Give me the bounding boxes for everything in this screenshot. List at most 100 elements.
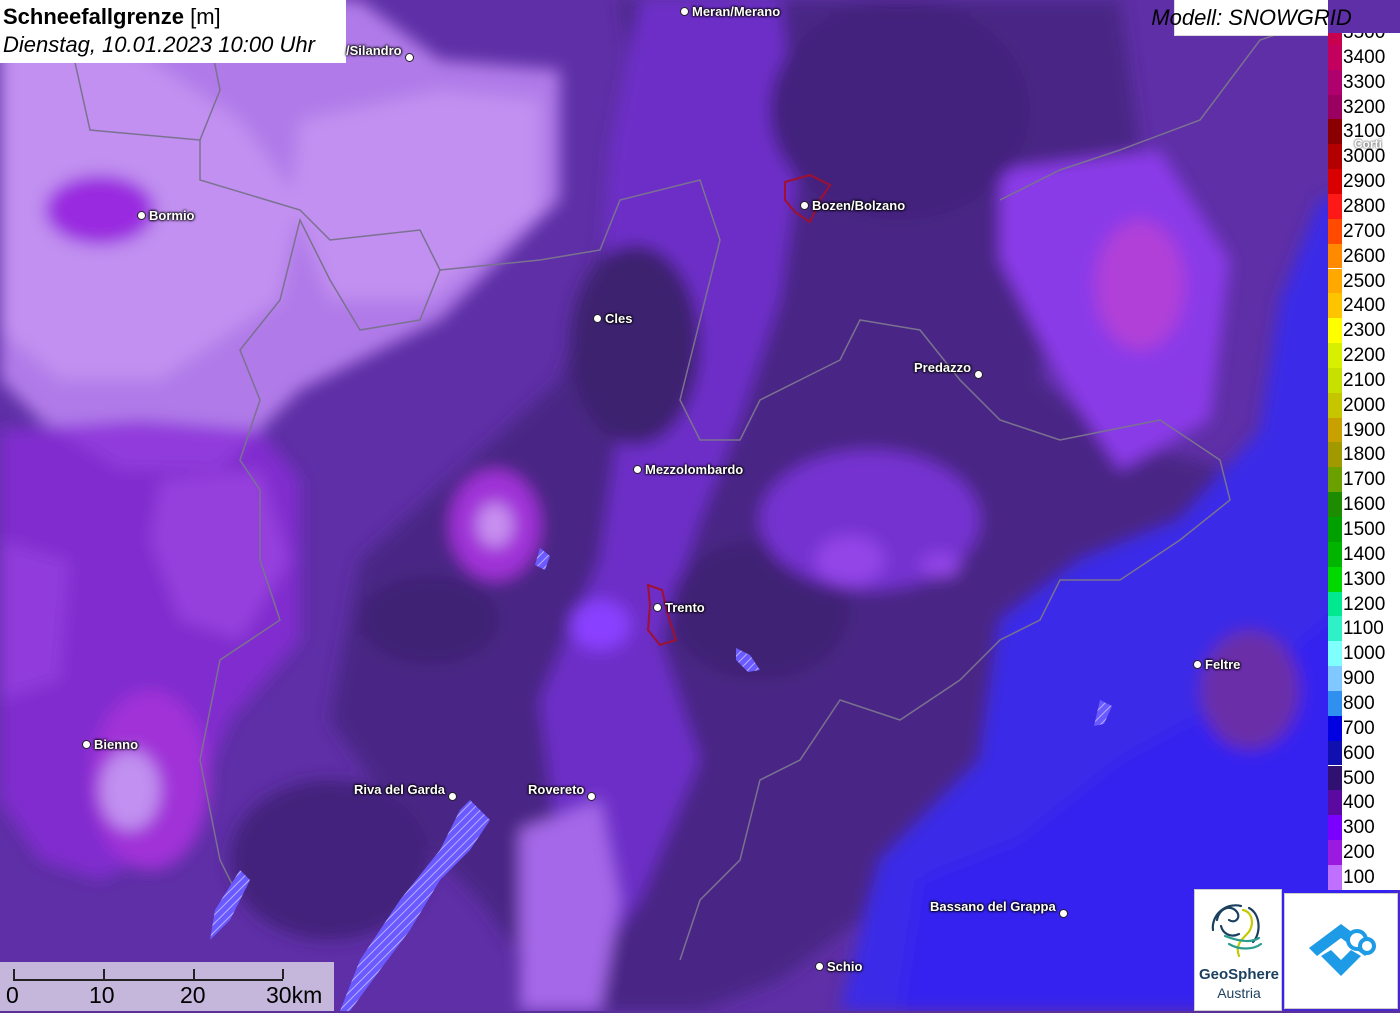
legend-label: 1400 — [1343, 543, 1386, 565]
legend-swatch — [1328, 740, 1342, 766]
model-label: Modell: SNOWGRID — [1151, 0, 1352, 36]
legend-swatch — [1328, 467, 1342, 493]
legend-swatch — [1328, 616, 1342, 642]
city-bormio[interactable]: Bormio — [137, 208, 195, 223]
legend-swatch — [1328, 367, 1342, 393]
legend-row-200: 200 — [1328, 840, 1400, 865]
city-label: Bassano del Grappa — [930, 899, 1056, 914]
city-label: /Silandro — [346, 43, 402, 58]
city-schio[interactable]: Schio — [815, 959, 862, 974]
city-bassano-del-grappa[interactable]: Bassano del Grappa — [930, 895, 1068, 918]
legend-label: 100 — [1343, 866, 1375, 888]
city-dot — [800, 201, 809, 210]
legend-label: 2700 — [1343, 220, 1386, 242]
legend-row-1800: 1800 — [1328, 442, 1400, 468]
legend-label: 1300 — [1343, 568, 1386, 590]
legend-label: 3400 — [1343, 46, 1386, 68]
color-legend: 3500340033003200310030002900280027002600… — [1328, 33, 1400, 890]
legend-row-3300: 3300 — [1328, 69, 1400, 95]
legend-row-700: 700 — [1328, 715, 1400, 741]
city-trento[interactable]: Trento — [653, 600, 705, 615]
legend-swatch — [1328, 417, 1342, 443]
legend-row-3200: 3200 — [1328, 94, 1400, 120]
city-feltre[interactable]: Feltre — [1193, 657, 1240, 672]
city-cles[interactable]: Cles — [593, 311, 632, 326]
geosphere-logo[interactable]: GeoSphere Austria — [1194, 889, 1282, 1011]
map-title: Schneefallgrenze [m] — [3, 3, 346, 31]
title-unit: [m] — [190, 4, 221, 29]
city-dot — [815, 962, 824, 971]
city-label: Predazzo — [914, 360, 972, 375]
legend-row-2500: 2500 — [1328, 268, 1400, 294]
city-mezzolombardo[interactable]: Mezzolombardo — [633, 462, 743, 477]
scale-tick — [282, 969, 284, 979]
legend-label: 2300 — [1343, 320, 1386, 342]
city-dot — [653, 603, 662, 612]
map-date: Dienstag, 10.01.2023 10:00 Uhr — [3, 32, 315, 57]
legend-row-1400: 1400 — [1328, 541, 1400, 567]
city-label: Meran/Merano — [692, 4, 781, 19]
city-riva-del-garda[interactable]: Riva del Garda — [354, 778, 458, 801]
geosphere-name: GeoSphere — [1198, 966, 1280, 983]
scale-tick — [103, 969, 105, 979]
legend-swatch — [1328, 442, 1342, 468]
legend-swatch — [1328, 517, 1342, 542]
scale-line — [13, 969, 283, 981]
legend-row-2300: 2300 — [1328, 318, 1400, 344]
legend-label: 1000 — [1343, 643, 1386, 665]
city-bolzano[interactable]: Bozen/Bolzano — [800, 198, 905, 213]
cloud-house-logo[interactable] — [1284, 893, 1398, 1009]
legend-row-3400: 3400 — [1328, 44, 1400, 70]
legend-label: 1500 — [1343, 519, 1386, 540]
legend-swatch — [1328, 666, 1342, 691]
legend-swatch — [1328, 293, 1342, 319]
city-dot — [1058, 909, 1068, 918]
city-label: Schio — [827, 959, 863, 974]
scale-label-0: 0 — [6, 982, 19, 1008]
snowfall-line-map[interactable] — [0, 0, 1400, 1011]
legend-swatch — [1328, 492, 1342, 517]
legend-label: 1600 — [1343, 494, 1386, 516]
legend-swatch — [1328, 541, 1342, 567]
city-dot — [1193, 660, 1202, 669]
legend-label: 3200 — [1343, 96, 1386, 118]
legend-swatch — [1328, 591, 1342, 617]
legend-swatch — [1328, 765, 1342, 791]
city-corti-partial: Corti — [1354, 137, 1382, 151]
city-label: Trento — [665, 600, 705, 615]
scale-tick — [193, 969, 195, 979]
legend-row-800: 800 — [1328, 690, 1400, 716]
legend-swatch — [1328, 864, 1342, 890]
legend-label: 800 — [1343, 692, 1375, 714]
legend-row-1500: 1500 — [1328, 517, 1400, 542]
city-bienno[interactable]: Bienno — [82, 737, 138, 752]
legend-swatch — [1328, 193, 1342, 219]
legend-row-1000: 1000 — [1328, 641, 1400, 667]
legend-label: 300 — [1343, 817, 1375, 839]
legend-swatch — [1328, 44, 1342, 70]
legend-label: 2900 — [1343, 171, 1386, 193]
legend-label: 2800 — [1343, 195, 1386, 217]
city-label: Riva del Garda — [354, 782, 446, 797]
legend-swatch — [1328, 815, 1342, 841]
scale-label-10: 10 — [89, 982, 115, 1008]
city-label: Rovereto — [528, 782, 585, 797]
legend-label: 900 — [1343, 668, 1375, 690]
legend-swatch — [1328, 641, 1342, 667]
city-silandro[interactable]: /Silandro — [346, 39, 414, 62]
legend-row-1100: 1100 — [1328, 616, 1400, 642]
city-merano[interactable]: Meran/Merano — [680, 4, 780, 19]
legend-row-2800: 2800 — [1328, 193, 1400, 219]
title-main: Schneefallgrenze — [3, 4, 184, 29]
legend-row-400: 400 — [1328, 790, 1400, 816]
legend-label: 2500 — [1343, 270, 1386, 292]
city-predazzo[interactable]: Predazzo — [914, 356, 984, 379]
legend-row-3500: 3500 — [1328, 33, 1400, 45]
city-rovereto[interactable]: Rovereto — [528, 778, 597, 801]
legend-label: 1700 — [1343, 469, 1386, 491]
legend-label: 600 — [1343, 742, 1375, 764]
legend-row-500: 500 — [1328, 765, 1400, 791]
legend-swatch — [1328, 318, 1342, 344]
legend-label: 2000 — [1343, 394, 1386, 416]
city-dot — [404, 53, 414, 62]
